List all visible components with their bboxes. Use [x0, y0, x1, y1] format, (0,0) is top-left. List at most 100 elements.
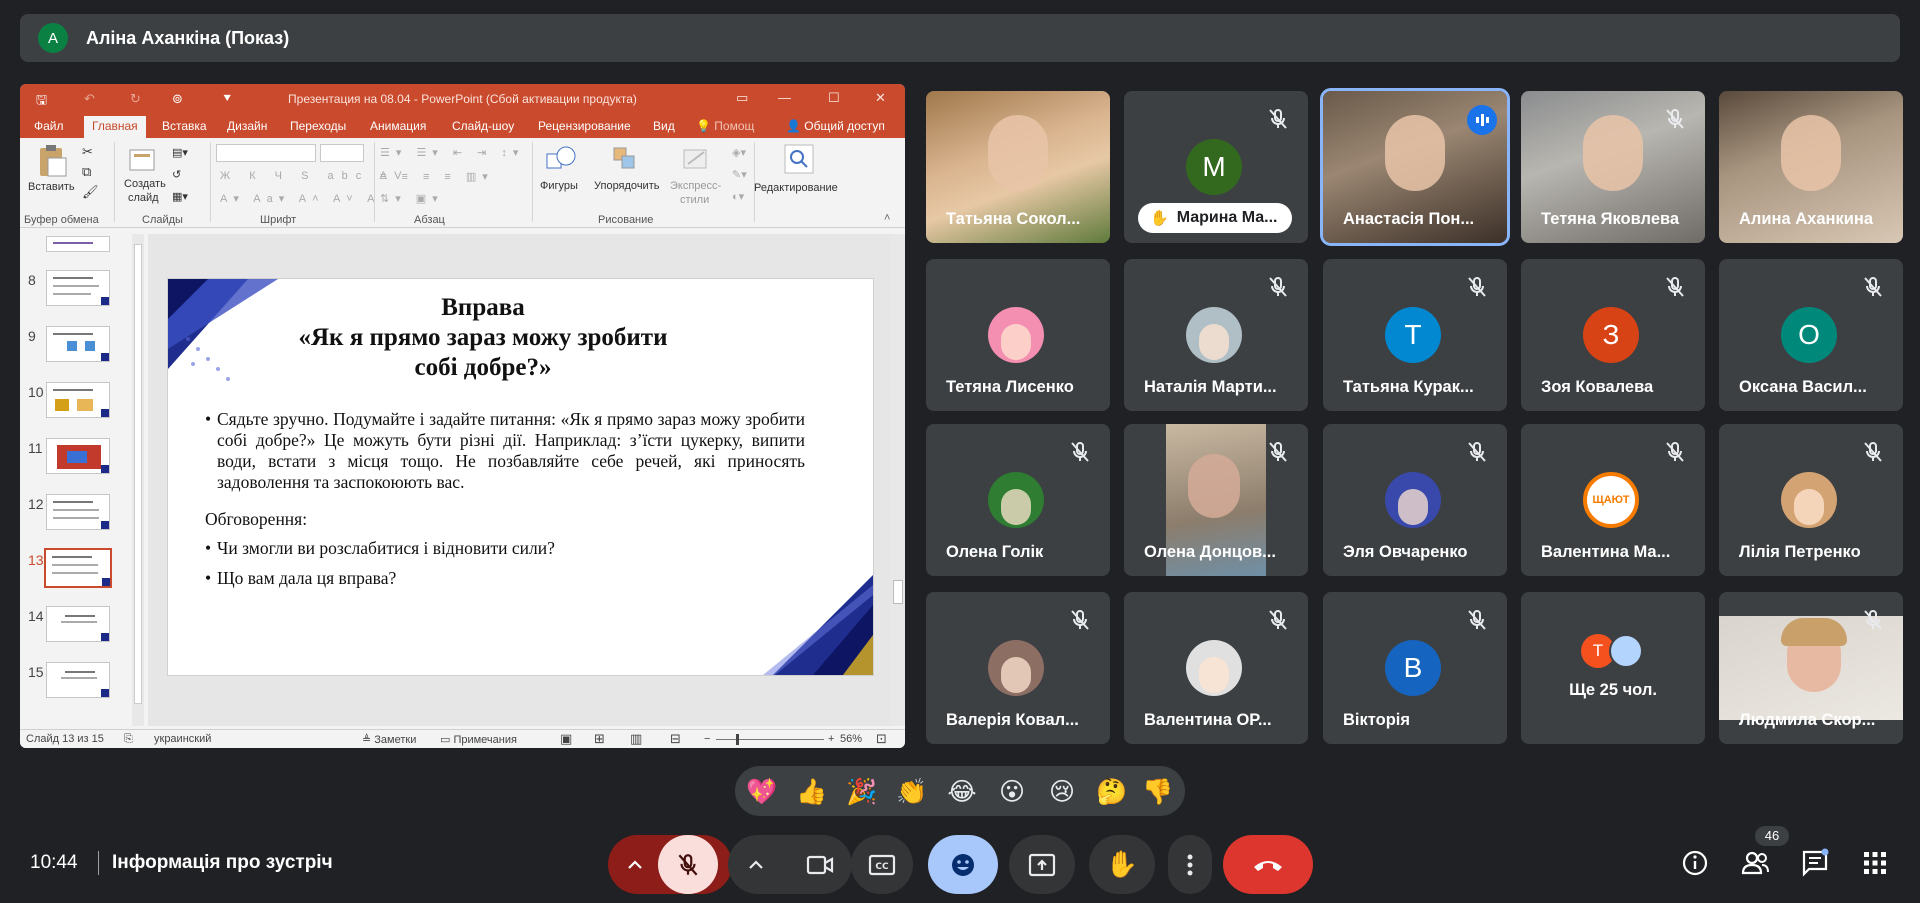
people-icon[interactable]	[1740, 848, 1770, 878]
slide-thumbnail[interactable]	[46, 270, 110, 306]
zoom-out-button[interactable]: −	[704, 733, 710, 745]
participant-tile[interactable]: Эля Овчаренко	[1323, 424, 1507, 576]
slide-thumbnail[interactable]	[46, 438, 110, 474]
reaction-thumbs-down[interactable]: 👎	[1141, 775, 1175, 809]
editing-label[interactable]: Редактирование	[754, 182, 838, 194]
close-icon[interactable]: ✕	[875, 90, 886, 106]
zoom-level[interactable]: 56%	[840, 733, 862, 745]
shapes-icon[interactable]	[544, 144, 578, 174]
find-icon[interactable]	[784, 144, 814, 174]
direction-icons[interactable]: ⇅▾ ▣▾	[380, 192, 444, 205]
camera-toggle-button[interactable]	[788, 835, 852, 894]
participant-tile[interactable]: T Ще 25 чол.	[1521, 592, 1705, 744]
leave-call-button[interactable]	[1223, 835, 1313, 894]
reaction-thinking[interactable]: 🤔	[1095, 775, 1129, 809]
slide-scrollbar[interactable]	[891, 234, 905, 726]
participant-tile[interactable]: Валерія Ковал...	[926, 592, 1110, 744]
reset-icon[interactable]: ↺	[172, 168, 181, 181]
menu-home[interactable]: Главная	[84, 116, 146, 138]
participant-tile[interactable]: Татьяна Сокол...	[926, 91, 1110, 243]
comments-button[interactable]: ▭ Примечания	[440, 733, 517, 746]
slide-thumbnail[interactable]	[46, 494, 110, 530]
chat-icon[interactable]	[1800, 848, 1830, 878]
menu-animation[interactable]: Анимация	[370, 119, 426, 133]
participant-tile[interactable]: Лілія Петренко	[1719, 424, 1903, 576]
fit-slide-icon[interactable]: ⊡	[876, 731, 887, 747]
participant-tile[interactable]: Валентина ОР...	[1124, 592, 1308, 744]
captions-button[interactable]: CC	[851, 835, 913, 894]
menu-view[interactable]: Вид	[653, 119, 675, 133]
participant-tile[interactable]: ЩАЮТ Валентина Ма...	[1521, 424, 1705, 576]
maximize-icon[interactable]: ☐	[828, 90, 840, 106]
slide-canvas[interactable]: Вправа «Як я прямо зараз можу зробити со…	[167, 278, 874, 676]
menu-insert[interactable]: Вставка	[162, 119, 207, 133]
reactions-button[interactable]	[928, 835, 998, 894]
section-icon[interactable]: ▦▾	[172, 190, 188, 203]
new-slide-icon[interactable]	[128, 146, 156, 174]
video-options-button[interactable]	[728, 835, 784, 894]
font-name-box[interactable]	[216, 144, 316, 162]
copy-icon[interactable]: ⧉	[82, 164, 91, 180]
participant-tile[interactable]: Алина Аханкина	[1719, 91, 1903, 243]
reaction-sparkling-heart[interactable]: 💖	[745, 775, 779, 809]
zoom-in-button[interactable]: +	[828, 733, 834, 745]
align-icons[interactable]: ≡ ≡ ≡ ≡ ▥▾	[380, 170, 494, 183]
outline-icon[interactable]: ✎▾	[732, 168, 747, 181]
participant-tile[interactable]: M ✋ Марина Ма...	[1124, 91, 1308, 243]
minimize-icon[interactable]: —	[778, 90, 791, 105]
participant-tile[interactable]: O Оксана Васил...	[1719, 259, 1903, 411]
paste-icon[interactable]	[36, 144, 68, 178]
slide-thumbnail[interactable]	[46, 606, 110, 642]
menu-review[interactable]: Рецензирование	[538, 119, 631, 133]
format-painter-icon[interactable]: 🖌	[82, 184, 99, 200]
participant-tile[interactable]: Анастасія Пон...	[1320, 88, 1510, 246]
reaction-clapping[interactable]: 👏	[895, 775, 929, 809]
font-size-box[interactable]	[320, 144, 364, 162]
menu-slideshow[interactable]: Слайд-шоу	[452, 119, 514, 133]
reaction-laughing[interactable]: 😂	[945, 775, 979, 809]
thumbnails-scrollbar[interactable]	[132, 234, 144, 726]
slideshow-view-icon[interactable]: ⊟	[670, 731, 681, 747]
reading-view-icon[interactable]: ▥	[630, 731, 642, 747]
slide-thumbnail[interactable]	[46, 326, 110, 362]
participant-tile[interactable]: Олена Донцов...	[1124, 424, 1308, 576]
menu-help[interactable]: 💡 Помощ	[696, 119, 754, 133]
arrange-icon[interactable]	[610, 144, 640, 174]
participant-tile[interactable]: B Вікторія	[1323, 592, 1507, 744]
notes-button[interactable]: ≜ Заметки	[362, 733, 416, 746]
present-button[interactable]	[1009, 835, 1075, 894]
participant-tile[interactable]: Тетяна Яковлева	[1521, 91, 1705, 243]
cut-icon[interactable]: ✂	[82, 144, 93, 160]
status-language[interactable]: украинский	[154, 733, 211, 745]
reaction-crying[interactable]: 😢	[1045, 775, 1079, 809]
participant-tile[interactable]: Людмила Скор...	[1719, 592, 1903, 744]
layout-icon[interactable]: ▤▾	[172, 146, 188, 159]
meeting-info-link[interactable]: Інформація про зустріч	[112, 852, 333, 874]
thumb-7-partial[interactable]	[46, 236, 110, 252]
reaction-surprised[interactable]: 😮	[995, 775, 1029, 809]
participant-tile[interactable]: Наталія Марти...	[1124, 259, 1308, 411]
slide-thumbnail[interactable]	[46, 382, 110, 418]
slide-thumbnail-selected[interactable]	[44, 548, 112, 588]
sorter-view-icon[interactable]: ⊞	[594, 731, 605, 747]
participant-tile[interactable]: T Татьяна Курак...	[1323, 259, 1507, 411]
zoom-slider-thumb[interactable]	[736, 734, 739, 745]
mic-toggle-button[interactable]	[658, 835, 718, 894]
quick-styles-icon[interactable]	[680, 144, 712, 174]
normal-view-icon[interactable]: ▣	[560, 731, 572, 747]
effects-icon[interactable]: ◐▾	[732, 190, 744, 203]
meeting-details-icon[interactable]	[1680, 848, 1710, 878]
more-options-button[interactable]	[1168, 835, 1212, 894]
participant-tile[interactable]: Тетяна Лисенко	[926, 259, 1110, 411]
font-color-icons[interactable]: A▾ Aa▾ A˄ A˅ A	[220, 192, 381, 205]
menu-design[interactable]: Дизайн	[227, 119, 267, 133]
slide-thumbnail[interactable]	[46, 662, 110, 698]
participant-tile[interactable]: З Зоя Ковалева	[1521, 259, 1705, 411]
reaction-party-popper[interactable]: 🎉	[845, 775, 879, 809]
share-button[interactable]: 👤 Общий доступ	[786, 119, 885, 133]
menu-file[interactable]: Файл	[34, 119, 64, 133]
collapse-ribbon-icon[interactable]: ˄	[884, 212, 890, 224]
zoom-slider[interactable]	[716, 739, 824, 740]
reaction-thumbs-up[interactable]: 👍	[795, 775, 829, 809]
ribbon-options-icon[interactable]: ▭	[736, 90, 748, 106]
